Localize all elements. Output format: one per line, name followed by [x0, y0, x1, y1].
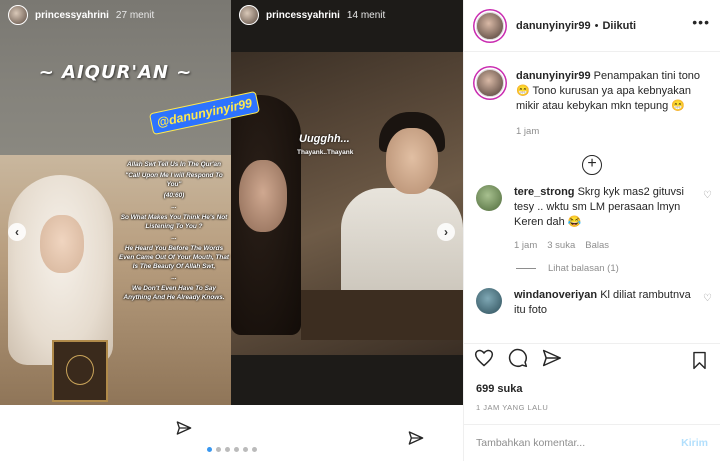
story-caption: Uugghh...: [299, 133, 350, 145]
comment-body: windanoveriyan Kl diliat rambutnva itu f…: [514, 288, 700, 318]
comment-like-heart-icon[interactable]: ♡: [703, 190, 712, 201]
likes-count[interactable]: 699 suka: [476, 383, 522, 395]
comment-likes[interactable]: 3 suka: [547, 238, 575, 253]
quote-line: Allah Swt Tell Us In The Qur'an: [127, 161, 221, 168]
story-header: princessyahrini 27 menit: [0, 0, 231, 30]
quote-line: We Don't Even Have To Say Anything And H…: [123, 285, 225, 301]
following-button[interactable]: Diikuti: [602, 20, 636, 32]
bookmark-icon[interactable]: [691, 351, 708, 375]
caption-body: danunyinyir99 Penampakan tini tono 😁 Ton…: [516, 69, 702, 139]
avatar[interactable]: [476, 69, 504, 97]
avatar[interactable]: [476, 11, 504, 40]
carousel-dot[interactable]: [252, 447, 257, 452]
comment-row: windanoveriyan Kl diliat rambutnva itu f…: [464, 288, 720, 318]
heart-icon[interactable]: [474, 348, 494, 374]
quote-line: ...: [171, 274, 177, 281]
view-replies-label: Lihat balasan (1): [548, 263, 619, 274]
separator-dot: •: [594, 19, 599, 32]
carousel-dot[interactable]: [207, 447, 212, 452]
more-options-icon[interactable]: •••: [692, 14, 710, 30]
carousel-dots: [207, 447, 257, 452]
woman-face: [239, 160, 287, 232]
quran-ornament: [66, 355, 94, 385]
story-avatar: [239, 5, 259, 25]
story-subcaption: Thayank..Thayank: [297, 149, 354, 156]
story-time: 27 menit: [115, 9, 155, 21]
story-username: princessyahrini: [35, 9, 109, 21]
post-date: 1 JAM YANG LALU: [476, 403, 549, 412]
story-screenshot-2: princessyahrini 14 menit Uugghh... Thaya…: [231, 0, 463, 405]
story-title: ~ AIQUR'AN ~: [38, 62, 193, 83]
carousel-dot[interactable]: [243, 447, 248, 452]
comment-username[interactable]: tere_strong: [514, 186, 575, 198]
face: [40, 215, 84, 273]
avatar[interactable]: [476, 185, 502, 211]
divider-line: [516, 268, 536, 269]
man-face: [386, 128, 438, 194]
post-header: danunyinyir99 • Diikuti •••: [464, 0, 720, 52]
post-actions: [464, 343, 720, 377]
caption-username[interactable]: danunyinyir99: [516, 70, 591, 82]
carousel-dot[interactable]: [216, 447, 221, 452]
avatar[interactable]: [476, 288, 502, 314]
carousel-dot[interactable]: [234, 447, 239, 452]
quote-line: So What Makes You Think He's Not Listeni…: [120, 214, 228, 230]
add-comment-bar: Kirim: [464, 424, 720, 461]
story-screenshot-1: princessyahrini 27 menit ~ AIQUR'AN ~ Al…: [0, 0, 231, 405]
load-more-wrap: +: [464, 155, 720, 175]
comment-input[interactable]: [476, 437, 666, 449]
story-avatar: [8, 5, 28, 25]
carousel-dot[interactable]: [225, 447, 230, 452]
story-share-icon: [408, 430, 424, 450]
post-comment-button[interactable]: Kirim: [681, 437, 708, 449]
story-time: 14 menit: [346, 9, 386, 21]
caption-time[interactable]: 1 jam: [516, 124, 539, 139]
share-icon[interactable]: [542, 348, 562, 374]
quote-line: "Call Upon Me I will Respond To You": [125, 172, 223, 188]
post-media[interactable]: princessyahrini 27 menit ~ AIQUR'AN ~ Al…: [0, 0, 463, 461]
view-replies-button[interactable]: Lihat balasan (1): [464, 263, 720, 274]
story-share-icon: [176, 420, 192, 440]
comments-list[interactable]: danunyinyir99 Penampakan tini tono 😁 Ton…: [464, 53, 720, 343]
caption-row: danunyinyir99 Penampakan tini tono 😁 Ton…: [464, 69, 720, 139]
post-details-panel: danunyinyir99 • Diikuti ••• danunyinyir9…: [463, 0, 720, 461]
comment-body: tere_strong Skrg kyk mas2 gituvsi tesy .…: [514, 185, 700, 253]
quote-line: He Heard You Before The Words Even Came …: [118, 245, 230, 270]
quote-line: ...: [171, 203, 177, 210]
story-bottom-bar: [231, 355, 463, 405]
comment-time[interactable]: 1 jam: [514, 238, 537, 253]
previous-slide-button[interactable]: ‹: [8, 223, 26, 241]
comment-meta: 1 jam 3 suka Balas: [514, 238, 700, 253]
story-username: princessyahrini: [266, 9, 340, 21]
story-quote: Allah Swt Tell Us In The Qur'an "Call Up…: [118, 160, 230, 304]
next-slide-button[interactable]: ›: [437, 223, 455, 241]
media-footer: [0, 405, 463, 461]
quote-line: ...: [171, 234, 177, 241]
post-author-username[interactable]: danunyinyir99: [516, 20, 591, 32]
reply-button[interactable]: Balas: [585, 238, 609, 253]
load-more-comments-icon[interactable]: +: [582, 155, 602, 175]
comment-row: tere_strong Skrg kyk mas2 gituvsi tesy .…: [464, 185, 720, 253]
story-header: princessyahrini 14 menit: [231, 0, 463, 30]
caption-meta: 1 jam: [516, 124, 702, 139]
comment-like-heart-icon[interactable]: ♡: [703, 293, 712, 304]
comment-icon[interactable]: [508, 348, 528, 374]
comment-username[interactable]: windanoveriyan: [514, 289, 597, 301]
quote-line: (40:60): [163, 192, 185, 199]
desk: [301, 290, 463, 340]
